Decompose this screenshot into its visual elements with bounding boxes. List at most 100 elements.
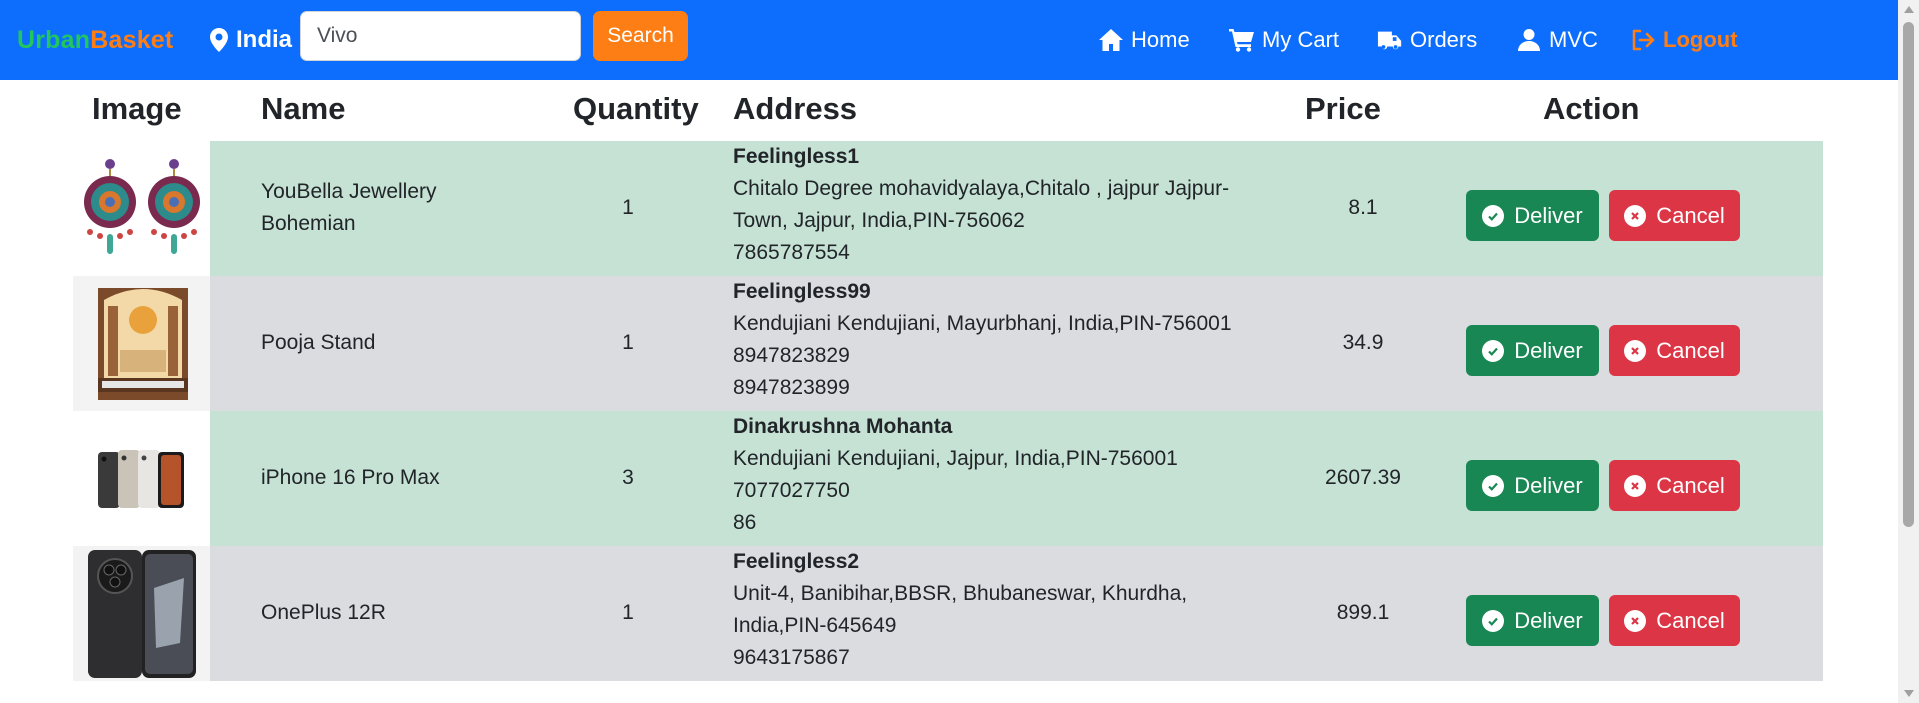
cancel-button[interactable]: Cancel xyxy=(1609,595,1740,646)
product-quantity: 1 xyxy=(622,331,634,354)
header-quantity: Quantity xyxy=(573,91,699,126)
navbar: UrbanBasket India Search Home My Cart Or… xyxy=(0,0,1898,80)
cancel-label: Cancel xyxy=(1656,202,1725,228)
nav-user[interactable]: MVC xyxy=(1516,27,1598,53)
nav-logout-label: Logout xyxy=(1663,27,1738,52)
check-circle-icon xyxy=(1482,474,1505,497)
search-input[interactable] xyxy=(300,11,581,61)
check-circle-icon xyxy=(1482,204,1505,227)
product-name: iPhone 16 Pro Max xyxy=(261,466,440,489)
product-name: OnePlus 12R xyxy=(261,601,386,624)
product-image-earrings xyxy=(73,141,210,276)
check-circle-icon xyxy=(1482,609,1505,632)
deliver-button[interactable]: Deliver xyxy=(1466,325,1599,376)
deliver-button[interactable]: Deliver xyxy=(1466,190,1599,241)
product-price: 899.1 xyxy=(1336,601,1390,624)
location-label: India xyxy=(236,26,293,53)
product-name: Pooja Stand xyxy=(261,331,376,354)
address-phone-alt: 86 xyxy=(733,511,757,534)
product-quantity: 1 xyxy=(622,196,634,219)
pooja-stand-image xyxy=(97,287,188,400)
earrings-image xyxy=(83,158,200,254)
address-recipient: Feelingless1 xyxy=(733,145,860,168)
header-price: Price xyxy=(1305,91,1381,126)
cancel-label: Cancel xyxy=(1656,337,1725,363)
logout-icon xyxy=(1632,29,1655,51)
table-header: Image Name Quantity Address Price Action xyxy=(73,80,1823,141)
header-image: Image xyxy=(92,91,182,126)
address-line: Unit-4, Banibihar,BBSR, Bhubaneswar, Khu… xyxy=(733,582,1188,637)
iphone-image xyxy=(97,449,184,508)
scroll-up-arrow-icon[interactable] xyxy=(1904,6,1914,13)
cancel-label: Cancel xyxy=(1656,607,1725,633)
delivery-address: Dinakrushna Mohanta Kendujiani Kendujian… xyxy=(733,411,1253,539)
x-circle-icon xyxy=(1624,339,1647,362)
location-selector[interactable]: India xyxy=(210,26,292,54)
home-icon xyxy=(1099,29,1123,51)
product-image-iphone xyxy=(73,411,210,546)
address-line: Kendujiani Kendujiani, Mayurbhanj, India… xyxy=(733,312,1232,335)
delivery-address: Feelingless1 Chitalo Degree mohavidyalay… xyxy=(733,141,1253,269)
scrollbar-thumb[interactable] xyxy=(1903,22,1914,527)
brand-logo[interactable]: UrbanBasket xyxy=(17,26,173,55)
x-circle-icon xyxy=(1624,609,1647,632)
product-image-oneplus xyxy=(73,546,210,681)
deliver-button[interactable]: Deliver xyxy=(1466,460,1599,511)
address-line: Kendujiani Kendujiani, Jajpur, India,PIN… xyxy=(733,447,1178,470)
cancel-label: Cancel xyxy=(1656,472,1725,498)
deliver-label: Deliver xyxy=(1514,202,1583,228)
orders-table: Image Name Quantity Address Price Action xyxy=(73,80,1823,681)
table-row: iPhone 16 Pro Max 3 Dinakrushna Mohanta … xyxy=(73,411,1823,546)
header-action: Action xyxy=(1543,91,1640,126)
address-line: Chitalo Degree mohavidyalaya,Chitalo , j… xyxy=(733,177,1230,232)
address-recipient: Feelingless2 xyxy=(733,550,860,573)
cancel-button[interactable]: Cancel xyxy=(1609,325,1740,376)
table-row: Pooja Stand 1 Feelingless99 Kendujiani K… xyxy=(73,276,1823,411)
nav-user-label: MVC xyxy=(1549,27,1598,52)
address-recipient: Feelingless99 xyxy=(733,280,871,303)
nav-cart[interactable]: My Cart xyxy=(1229,27,1339,53)
user-icon xyxy=(1518,29,1540,51)
location-pin-icon xyxy=(210,28,228,52)
table-row: OnePlus 12R 1 Feelingless2 Unit-4, Banib… xyxy=(73,546,1823,681)
header-name: Name xyxy=(261,91,346,126)
nav-cart-label: My Cart xyxy=(1262,27,1339,52)
address-phone: 8947823829 xyxy=(733,344,850,367)
brand-part2: Basket xyxy=(90,26,174,54)
nav-orders[interactable]: Orders xyxy=(1377,27,1477,53)
deliver-button[interactable]: Deliver xyxy=(1466,595,1599,646)
address-phone-alt: 8947823899 xyxy=(733,376,850,399)
x-circle-icon xyxy=(1624,474,1647,497)
deliver-label: Deliver xyxy=(1514,607,1583,633)
cancel-button[interactable]: Cancel xyxy=(1609,460,1740,511)
scroll-down-arrow-icon[interactable] xyxy=(1904,690,1914,697)
delivery-address: Feelingless2 Unit-4, Banibihar,BBSR, Bhu… xyxy=(733,546,1253,674)
address-phone: 9643175867 xyxy=(733,646,850,669)
oneplus-image xyxy=(87,549,196,678)
nav-logout[interactable]: Logout xyxy=(1630,27,1738,53)
cancel-button[interactable]: Cancel xyxy=(1609,190,1740,241)
product-quantity: 3 xyxy=(622,466,634,489)
brand-part1: Urban xyxy=(17,26,91,54)
nav-home[interactable]: Home xyxy=(1098,27,1190,53)
product-price: 34.9 xyxy=(1342,331,1384,354)
nav-orders-label: Orders xyxy=(1410,27,1478,52)
product-price: 8.1 xyxy=(1348,196,1378,219)
deliver-label: Deliver xyxy=(1514,337,1583,363)
address-phone: 7077027750 xyxy=(733,479,850,502)
delivery-address: Feelingless99 Kendujiani Kendujiani, May… xyxy=(733,276,1253,404)
deliver-label: Deliver xyxy=(1514,472,1583,498)
nav-home-label: Home xyxy=(1131,27,1190,52)
product-name: YouBella Jewellery Bohemian xyxy=(261,180,437,235)
header-address: Address xyxy=(733,91,858,126)
vertical-scrollbar[interactable] xyxy=(1898,0,1919,703)
product-image-pooja-stand xyxy=(73,276,210,411)
address-phone: 7865787554 xyxy=(733,241,850,264)
truck-icon xyxy=(1377,31,1402,50)
search-button[interactable]: Search xyxy=(593,11,688,61)
address-recipient: Dinakrushna Mohanta xyxy=(733,415,953,438)
product-quantity: 1 xyxy=(622,601,634,624)
cart-icon xyxy=(1229,29,1254,52)
check-circle-icon xyxy=(1482,339,1505,362)
x-circle-icon xyxy=(1624,204,1647,227)
